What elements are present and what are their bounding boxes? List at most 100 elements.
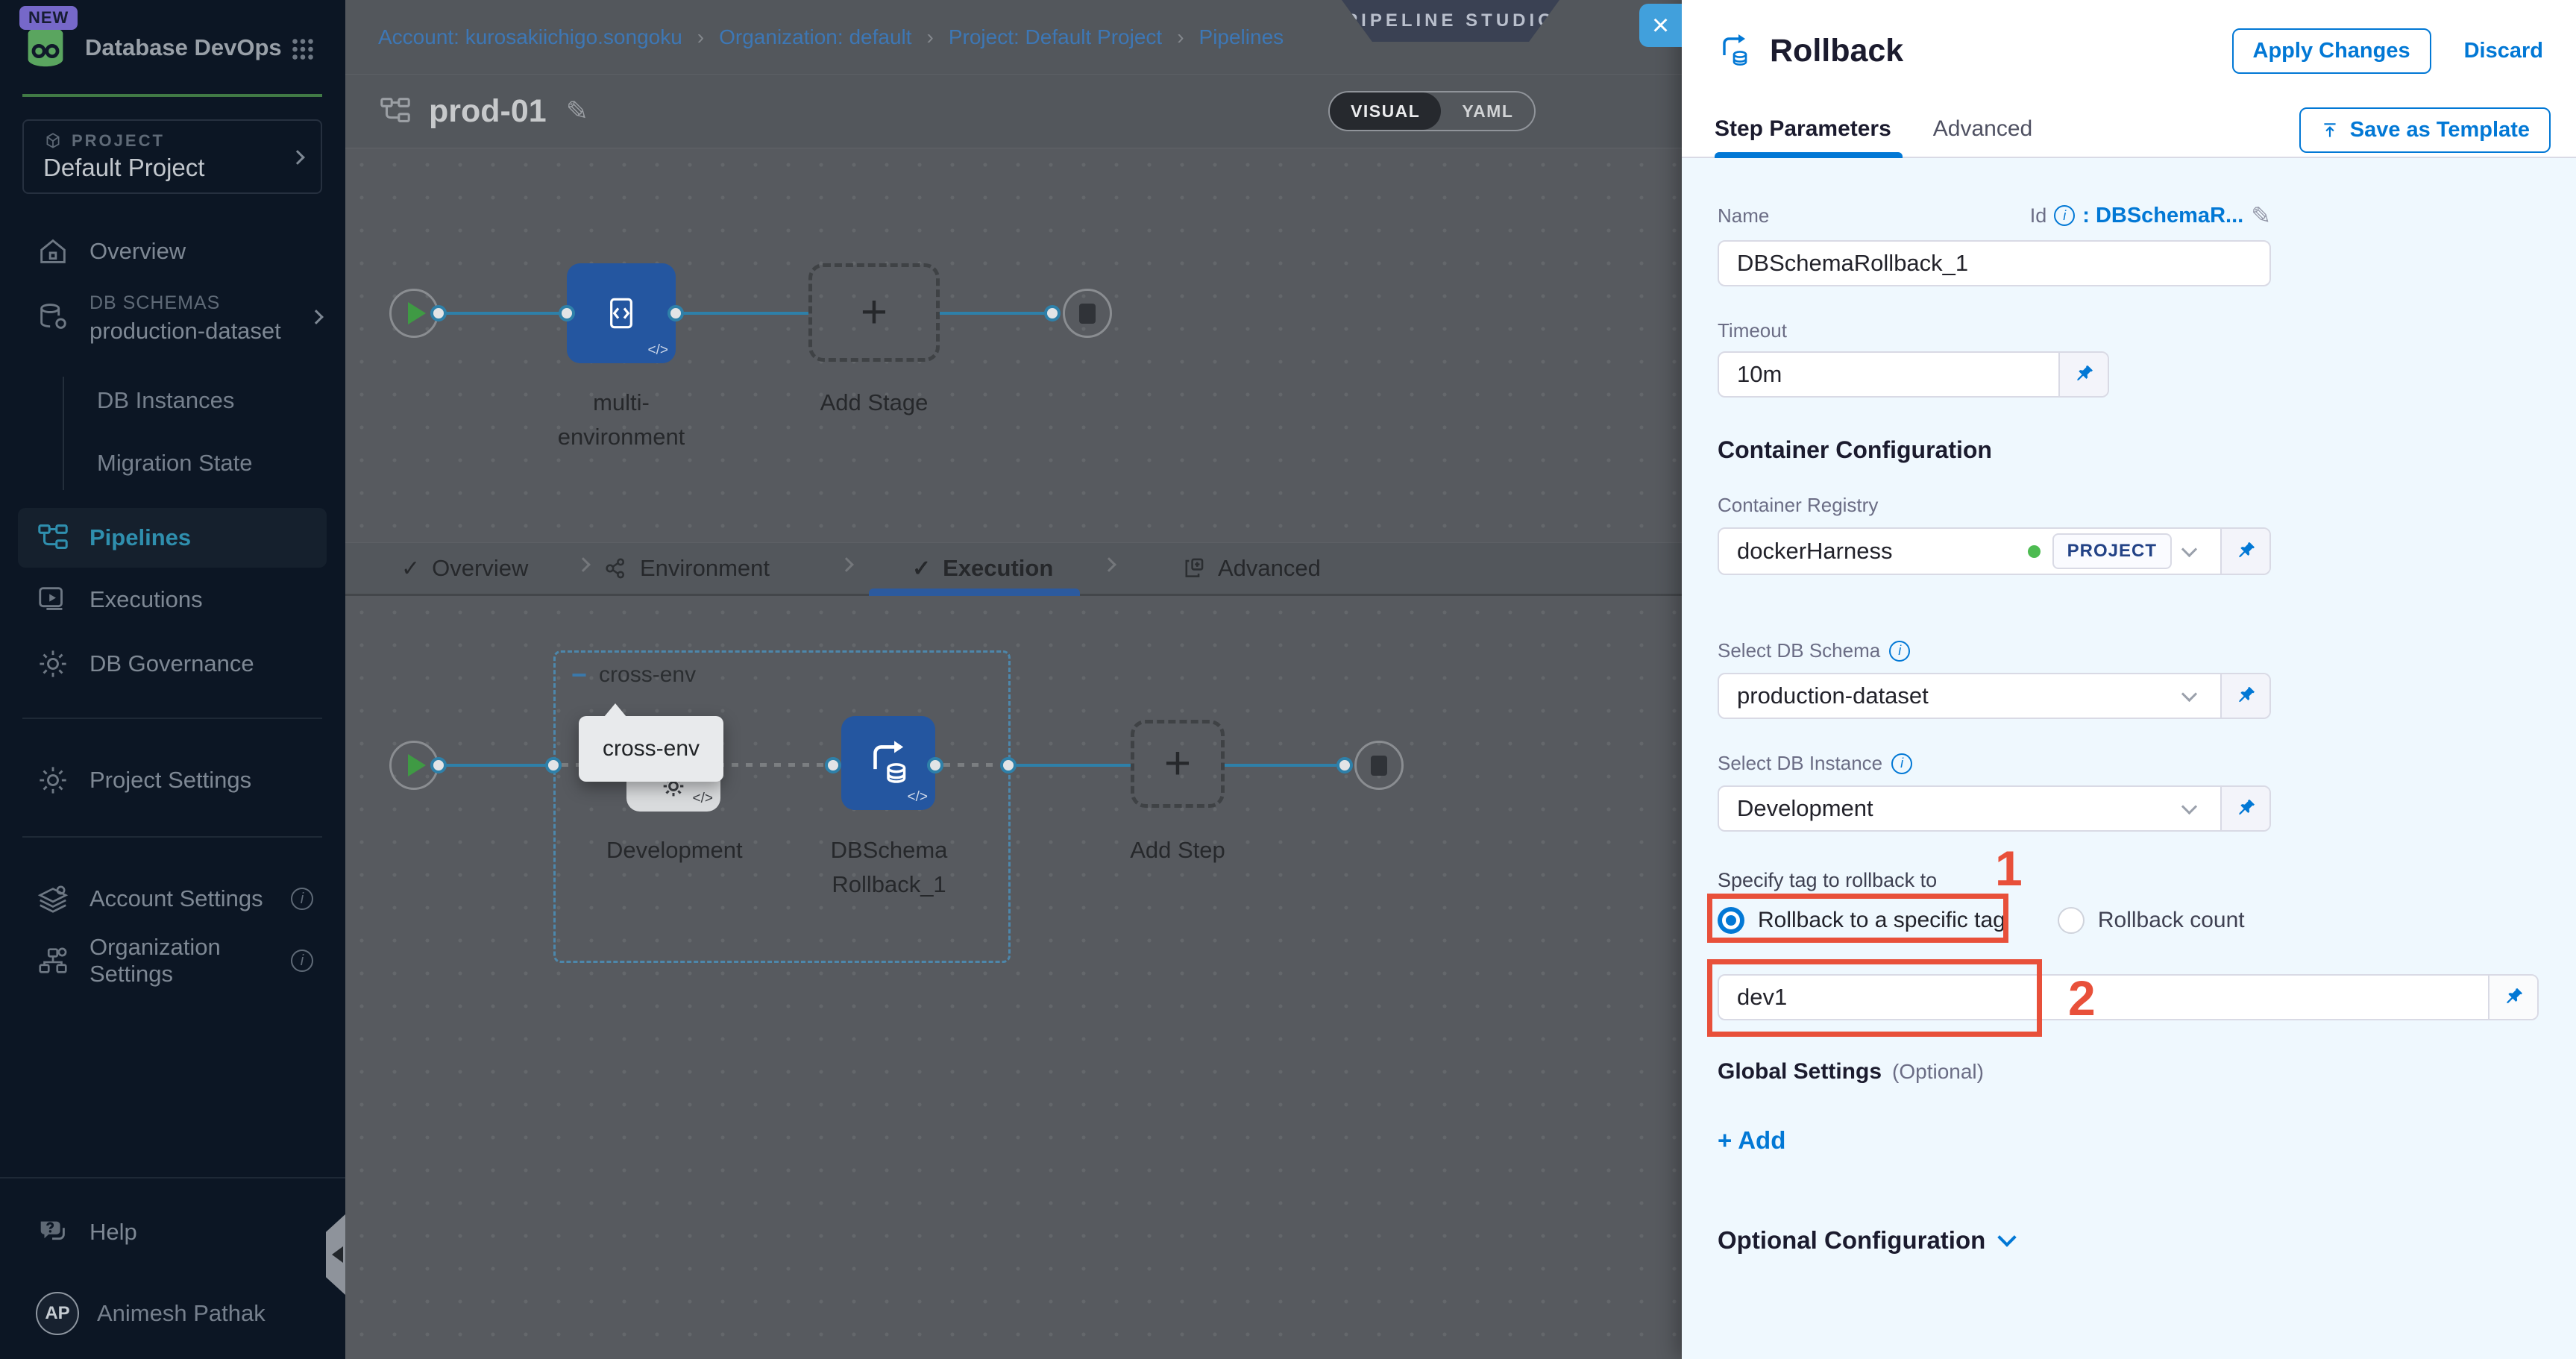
stage-node-label: multi-environment xyxy=(554,386,688,454)
avatar: AP xyxy=(36,1292,79,1335)
chevron-right-icon xyxy=(290,150,305,165)
discard-button[interactable]: Discard xyxy=(2464,39,2543,63)
runtime-pin-button[interactable] xyxy=(2220,674,2269,718)
toggle-yaml[interactable]: YAML xyxy=(1441,92,1534,130)
execution-canvas: − cross-env </> cross-env xyxy=(345,596,1682,1358)
sidebar-item-label: Pipelines xyxy=(89,524,191,551)
db-instance-value: Development xyxy=(1737,795,2172,822)
user-menu[interactable]: AP Animesh Pathak xyxy=(36,1292,266,1335)
add-step-label: Add Step xyxy=(1122,833,1234,867)
container-registry-select[interactable]: dockerHarness PROJECT xyxy=(1718,527,2271,575)
project-selector-label: PROJECT xyxy=(72,131,165,151)
timeout-input[interactable]: 10m xyxy=(1737,361,2041,388)
collapse-group-icon[interactable]: − xyxy=(571,662,587,688)
tag-input[interactable]: dev1 xyxy=(1737,984,2470,1011)
rollback-icon xyxy=(1715,31,1753,70)
sidebar-collapse-handle[interactable] xyxy=(326,1214,345,1295)
db-schema-icon xyxy=(36,300,70,334)
add-stage-label: Add Stage xyxy=(808,386,940,420)
db-instance-select[interactable]: Development xyxy=(1718,785,2271,832)
sidebar-item-migration-state[interactable]: Migration State xyxy=(97,442,253,484)
name-label: Name xyxy=(1718,204,1769,227)
close-panel-button[interactable]: × xyxy=(1639,4,1682,47)
sidebar-item-label: DB Governance xyxy=(89,650,254,677)
execution-end-node[interactable] xyxy=(1354,741,1404,790)
runtime-pin-button[interactable] xyxy=(2488,976,2537,1019)
plus-icon: + xyxy=(1164,741,1191,787)
info-icon: i xyxy=(291,950,313,972)
tab-execution[interactable]: ✓ Execution xyxy=(912,543,1053,594)
step-group-cross-env[interactable] xyxy=(553,650,1011,963)
add-stage-button[interactable]: + xyxy=(808,263,940,362)
edge-connector xyxy=(1044,305,1061,321)
step-node-label: Development xyxy=(606,833,741,867)
sidebar-item-label: Organization Settings xyxy=(89,934,271,988)
sidebar-item-label: DB Instances xyxy=(97,387,234,414)
pipelines-icon xyxy=(36,521,70,555)
add-step-button[interactable]: + xyxy=(1131,720,1225,808)
toggle-visual[interactable]: VISUAL xyxy=(1330,92,1441,130)
panel-header: Rollback Apply Changes Discard xyxy=(1682,0,2576,101)
step-node-dbschemarollback[interactable]: </> xyxy=(841,716,935,810)
add-global-setting-link[interactable]: + Add xyxy=(1718,1126,1800,1155)
sidebar-item-db-instances[interactable]: DB Instances xyxy=(97,380,234,421)
tab-label: Environment xyxy=(640,555,770,582)
radio-rollback-specific-tag[interactable] xyxy=(1718,907,1744,934)
sidebar-item-help[interactable]: Help xyxy=(36,1208,137,1256)
sidebar-item-db-schemas[interactable]: DB SCHEMAS production-dataset xyxy=(36,283,281,351)
pipeline-name: prod-01 xyxy=(429,93,547,130)
breadcrumb-pipelines[interactable]: Pipelines xyxy=(1199,25,1284,49)
breadcrumb-account[interactable]: Account: kurosakiichigo.songoku xyxy=(378,25,682,49)
apply-changes-button[interactable]: Apply Changes xyxy=(2232,28,2431,74)
radio-rollback-count[interactable] xyxy=(2058,907,2085,934)
step-group-label: cross-env xyxy=(599,662,696,688)
id-value: : DBSchemaR... xyxy=(2082,204,2243,228)
edge-connector xyxy=(1000,757,1017,773)
visual-yaml-toggle: VISUAL YAML xyxy=(1328,91,1536,131)
runtime-pin-button[interactable] xyxy=(2220,529,2269,574)
tab-label: Overview xyxy=(432,555,528,582)
project-selector[interactable]: PROJECT Default Project xyxy=(22,119,322,194)
sidebar-item-account-settings[interactable]: Account Settings i xyxy=(36,875,313,923)
pin-icon xyxy=(2072,362,2096,386)
edge-connector xyxy=(1336,757,1353,773)
sidebar-item-organization-settings[interactable]: Organization Settings i xyxy=(36,937,313,985)
sidebar-item-pipelines[interactable]: Pipelines xyxy=(18,508,327,568)
sidebar-item-db-governance[interactable]: DB Governance xyxy=(36,640,254,688)
runtime-pin-button[interactable] xyxy=(2058,353,2108,396)
name-input[interactable] xyxy=(1718,240,2271,286)
db-schema-select[interactable]: production-dataset xyxy=(1718,673,2271,719)
tab-advanced[interactable]: Advanced xyxy=(1181,543,1321,594)
tab-overview[interactable]: ✓ Overview xyxy=(401,543,528,594)
edge xyxy=(1017,764,1131,767)
sidebar-item-label: Project Settings xyxy=(89,767,251,794)
cube-icon xyxy=(43,131,63,151)
pipeline-studio-main: PIPELINE STUDIO Account: kurosakiichigo.… xyxy=(345,0,1682,1359)
sidebar-item-project-settings[interactable]: Project Settings xyxy=(36,756,251,804)
app-switcher-icon[interactable] xyxy=(289,36,316,63)
pipeline-end-node[interactable] xyxy=(1063,289,1112,338)
breadcrumb-project[interactable]: Project: Default Project xyxy=(949,25,1162,49)
optional-configuration-toggle[interactable]: Optional Configuration xyxy=(1718,1226,2539,1255)
sidebar-item-overview[interactable]: Overview xyxy=(36,227,186,275)
executions-icon xyxy=(36,583,70,617)
edge xyxy=(442,312,567,315)
sidebar-item-label: Account Settings xyxy=(89,885,271,912)
tab-step-parameters[interactable]: Step Parameters xyxy=(1715,116,1891,142)
breadcrumb-organization[interactable]: Organization: default xyxy=(719,25,911,49)
edit-pipeline-icon[interactable]: ✎ xyxy=(566,95,588,127)
runtime-pin-button[interactable] xyxy=(2220,787,2269,830)
panel-title: Rollback xyxy=(1770,33,2232,69)
pin-icon xyxy=(2234,684,2258,708)
sidebar-item-executions[interactable]: Executions xyxy=(36,576,203,624)
save-as-template-button[interactable]: Save as Template xyxy=(2299,107,2551,153)
annotation-number-2: 2 xyxy=(2068,970,2096,1026)
tab-advanced[interactable]: Advanced xyxy=(1933,116,2032,142)
tab-environment[interactable]: Environment xyxy=(603,543,770,594)
edge xyxy=(1225,764,1336,767)
tab-label: Advanced xyxy=(1218,555,1321,582)
check-icon: ✓ xyxy=(401,556,420,582)
edit-id-icon[interactable]: ✎ xyxy=(2251,201,2271,230)
home-icon xyxy=(36,234,70,269)
stage-node-multi-environment[interactable]: </> xyxy=(567,263,676,363)
